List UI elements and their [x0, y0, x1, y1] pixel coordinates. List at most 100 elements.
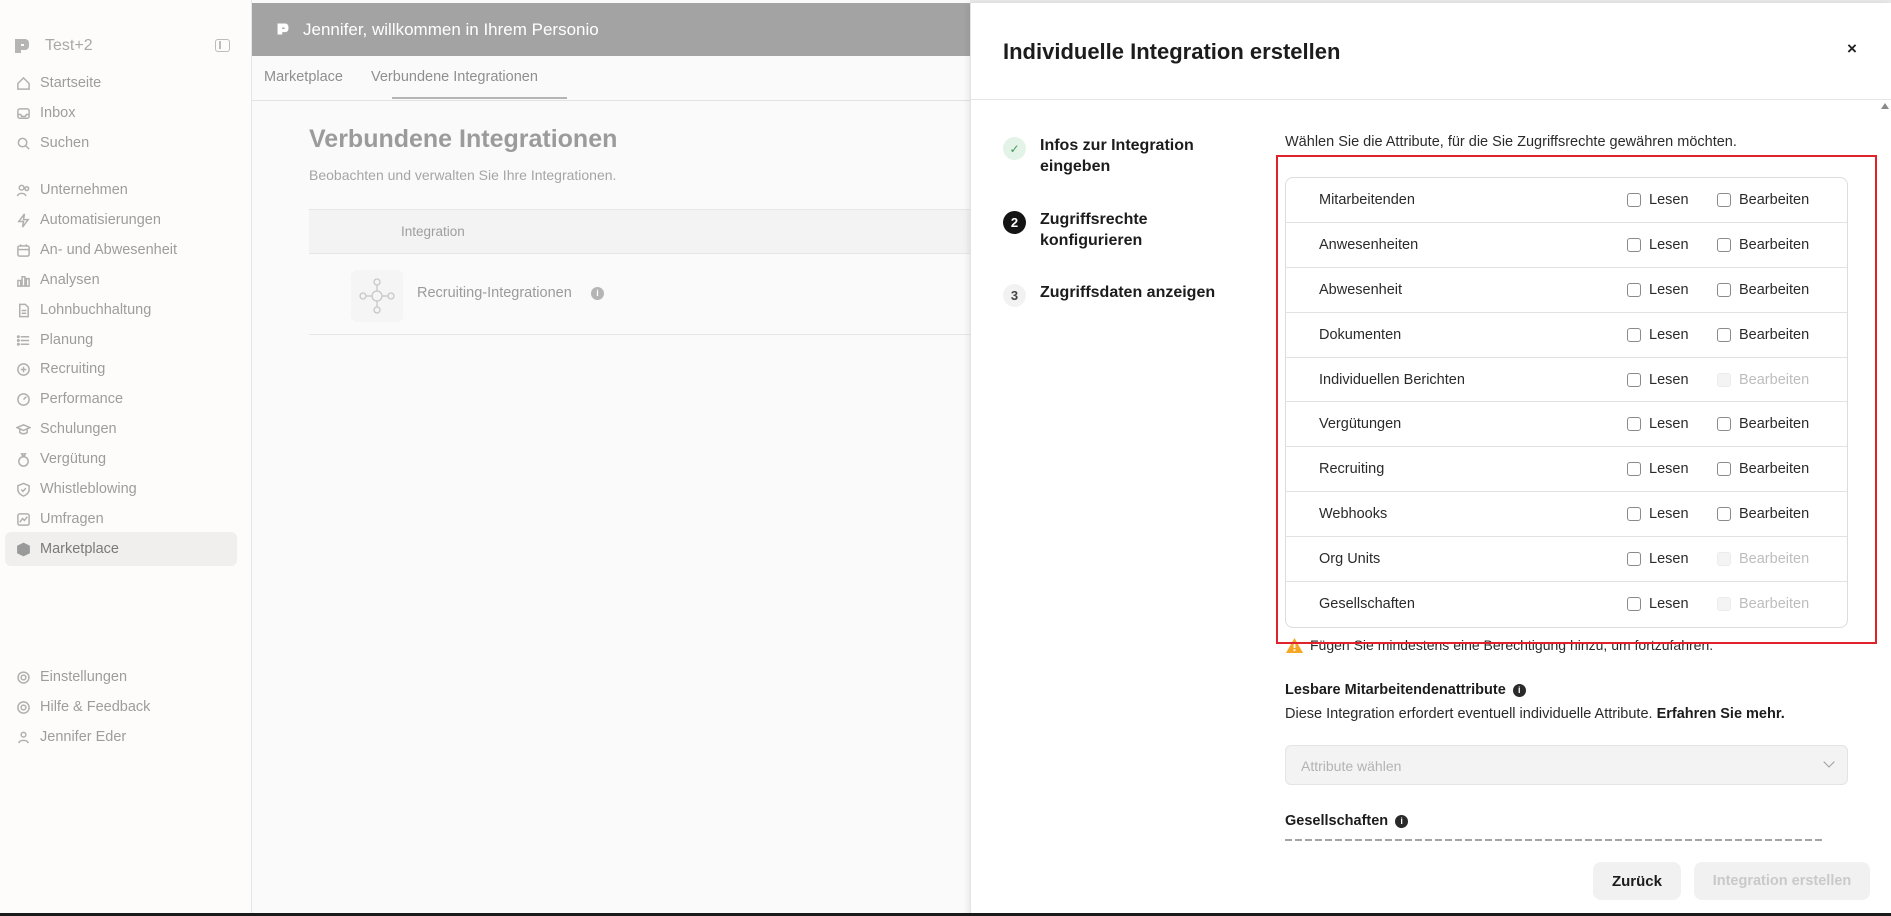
read-label[interactable]: Lesen — [1649, 506, 1689, 522]
list-icon — [15, 332, 31, 348]
read-checkbox[interactable] — [1627, 462, 1641, 477]
read-checkbox[interactable] — [1627, 597, 1641, 612]
sidebar-item-analysen[interactable]: Analysen — [5, 263, 237, 297]
read-checkbox[interactable] — [1627, 417, 1641, 432]
edit-checkbox[interactable] — [1717, 462, 1731, 477]
sidebar-item-suchen[interactable]: Suchen — [5, 126, 237, 160]
company-name[interactable]: Test+2 — [45, 37, 93, 55]
permission-name: Anwesenheiten — [1319, 236, 1419, 253]
sidebar-item-label: Planung — [40, 332, 94, 348]
sidebar-item-lohnbuchhaltung[interactable]: Lohnbuchhaltung — [5, 293, 237, 327]
user-icon — [15, 729, 31, 745]
edit-label: Bearbeiten — [1739, 551, 1810, 568]
info-icon[interactable]: i — [591, 287, 604, 300]
edit-label: Bearbeiten — [1739, 371, 1810, 388]
home-icon — [15, 75, 31, 91]
tab-bar: Marketplace Verbundene Integrationen — [252, 56, 970, 101]
step-badge: ✓ — [1003, 137, 1026, 160]
tab-marketplace[interactable]: Marketplace — [264, 69, 343, 85]
permission-name: Individuellen Berichten — [1319, 371, 1465, 388]
read-checkbox[interactable] — [1627, 193, 1641, 207]
tab-connected-integrations[interactable]: Verbundene Integrationen — [371, 69, 538, 85]
edit-checkbox[interactable] — [1717, 282, 1731, 297]
chevron-down-icon — [1823, 756, 1835, 768]
sidebar-item-jennifer-eder[interactable]: Jennifer Eder — [5, 720, 237, 754]
read-label[interactable]: Lesen — [1649, 192, 1689, 208]
sidebar-item-an-und-abwesenheit[interactable]: An- und Abwesenheit — [5, 233, 237, 267]
read-label[interactable]: Lesen — [1649, 596, 1689, 612]
sidebar-item-einstellungen[interactable]: Einstellungen — [5, 660, 237, 694]
read-label[interactable]: Lesen — [1649, 461, 1689, 477]
edit-checkbox[interactable] — [1717, 193, 1731, 207]
sidebar-item-startseite[interactable]: Startseite — [5, 66, 237, 100]
edit-label[interactable]: Bearbeiten — [1739, 416, 1809, 432]
edit-checkbox[interactable] — [1717, 237, 1731, 252]
read-checkbox[interactable] — [1627, 507, 1641, 522]
edit-label[interactable]: Bearbeiten — [1739, 461, 1809, 477]
sidebar-item-marketplace[interactable]: Marketplace — [5, 532, 237, 566]
permissions-table: Mitarbeitenden Lesen Bearbeiten Anwesenheit… — [1285, 177, 1848, 628]
read-checkbox[interactable] — [1627, 372, 1641, 387]
sidebar-item-label: Unternehmen — [40, 182, 128, 198]
read-label[interactable]: Lesen — [1649, 416, 1689, 432]
read-checkbox[interactable] — [1627, 552, 1641, 567]
info-icon[interactable]: i — [1512, 683, 1526, 697]
sidebar-item-hilfe-feedback[interactable]: Hilfe & Feedback — [5, 690, 237, 724]
sidebar-item-umfragen[interactable]: Umfragen — [5, 502, 237, 536]
learn-more-link[interactable]: Erfahren Sie mehr. — [1657, 706, 1785, 722]
sidebar-item-label: Recruiting — [40, 361, 106, 377]
sidebar-item-recruiting[interactable]: Recruiting — [5, 352, 237, 386]
permission-row: Recruiting Lesen Bearbeiten — [1286, 447, 1847, 493]
personio-logo-icon — [15, 39, 29, 53]
read-label[interactable]: Lesen — [1649, 551, 1689, 567]
edit-checkbox — [1717, 372, 1731, 387]
sidebar-item-unternehmen[interactable]: Unternehmen — [5, 173, 237, 207]
sidebar-item-whistleblowing[interactable]: Whistleblowing — [5, 472, 237, 506]
read-label[interactable]: Lesen — [1649, 327, 1689, 343]
sidebar-item-schulungen[interactable]: Schulungen — [5, 412, 237, 446]
read-label[interactable]: Lesen — [1649, 372, 1689, 388]
sidebar-item-automatisierungen[interactable]: Automatisierungen — [5, 203, 237, 237]
graduation-icon — [15, 421, 31, 437]
sidebar-item-vergütung[interactable]: Vergütung — [5, 442, 237, 476]
edit-label[interactable]: Bearbeiten — [1739, 282, 1809, 298]
sidebar-header: Test+2 — [0, 28, 252, 64]
edit-checkbox — [1717, 597, 1731, 612]
close-icon[interactable]: × — [1838, 35, 1866, 63]
read-label[interactable]: Lesen — [1649, 282, 1689, 298]
edit-checkbox[interactable] — [1717, 327, 1731, 342]
sidebar-item-label: Umfragen — [40, 511, 104, 527]
read-checkbox[interactable] — [1627, 237, 1641, 252]
sidebar-item-label: Whistleblowing — [40, 481, 137, 497]
step-label: Zugriffsrechte konfigurieren — [1040, 211, 1148, 249]
edit-checkbox[interactable] — [1717, 417, 1731, 432]
back-button[interactable]: Zurück — [1593, 862, 1681, 900]
edit-label[interactable]: Bearbeiten — [1739, 327, 1809, 343]
sidebar-item-inbox[interactable]: Inbox — [5, 96, 237, 130]
read-label[interactable]: Lesen — [1649, 237, 1689, 253]
drawer-footer: Zurück Integration erstellen — [971, 841, 1891, 916]
read-checkbox[interactable] — [1627, 327, 1641, 342]
edit-label[interactable]: Bearbeiten — [1739, 237, 1809, 253]
edit-label[interactable]: Bearbeiten — [1739, 192, 1809, 208]
table-header: Integration — [309, 209, 970, 254]
sidebar-item-performance[interactable]: Performance — [5, 382, 237, 416]
column-header-integration: Integration — [401, 224, 465, 239]
info-icon[interactable]: i — [1395, 814, 1409, 828]
sidebar-item-label: Automatisierungen — [40, 212, 161, 228]
integration-name[interactable]: Recruiting-Integrationen — [417, 285, 572, 301]
edit-checkbox[interactable] — [1717, 507, 1731, 522]
create-integration-button[interactable]: Integration erstellen — [1694, 862, 1870, 900]
read-checkbox[interactable] — [1627, 282, 1641, 297]
scroll-up-arrow-icon[interactable] — [1881, 103, 1889, 109]
edit-checkbox — [1717, 552, 1731, 567]
money-bag-icon — [15, 451, 31, 467]
edit-label[interactable]: Bearbeiten — [1739, 506, 1809, 522]
collapse-sidebar-icon[interactable] — [215, 39, 230, 52]
attributes-select[interactable]: Attribute wählen — [1285, 745, 1848, 785]
permission-row: Abwesenheit Lesen Bearbeiten — [1286, 268, 1847, 313]
create-integration-drawer: Individuelle Integration erstellen × ✓ In… — [970, 3, 1891, 916]
sidebar-item-label: Inbox — [40, 105, 76, 121]
sidebar-item-label: Suchen — [40, 135, 90, 151]
table-row[interactable]: Recruiting-Integrationen i — [309, 254, 970, 335]
